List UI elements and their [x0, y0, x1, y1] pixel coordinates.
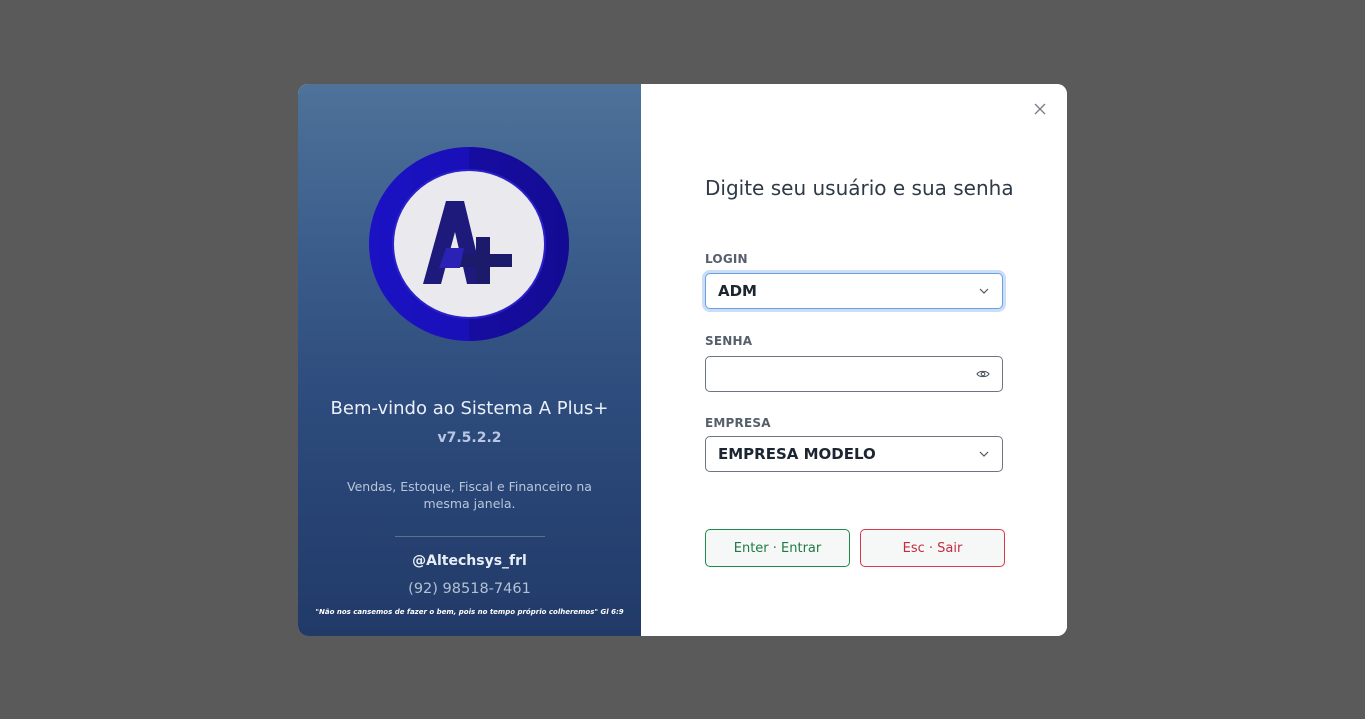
chevron-down-icon: [979, 288, 989, 294]
login-dialog: Bem-vindo ao Sistema A Plus+ v7.5.2.2 Ve…: [298, 84, 1067, 636]
empresa-label: EMPRESA: [705, 416, 771, 430]
social-handle: @Altechsys_frl: [412, 553, 527, 569]
password-field[interactable]: [705, 356, 1003, 392]
senha-label: SENHA: [705, 334, 753, 348]
app-logo: [369, 147, 569, 341]
form-heading: Digite seu usuário e sua senha: [705, 176, 1014, 200]
brand-panel: Bem-vindo ao Sistema A Plus+ v7.5.2.2 Ve…: [298, 84, 641, 636]
login-select[interactable]: ADM: [705, 273, 1003, 309]
empresa-select[interactable]: EMPRESA MODELO: [705, 436, 1003, 472]
quote-text: "Não nos cansemos de fazer o bem, pois n…: [315, 608, 624, 616]
empresa-value: EMPRESA MODELO: [718, 445, 876, 463]
phone-number: (92) 98518-7461: [408, 581, 531, 597]
tagline-text: Vendas, Estoque, Fiscal e Financeiro na …: [347, 479, 592, 511]
login-value: ADM: [718, 282, 757, 300]
version-text: v7.5.2.2: [437, 430, 502, 446]
enter-button[interactable]: Enter · Entrar: [705, 529, 850, 567]
eye-icon[interactable]: [976, 367, 990, 381]
welcome-text: Bem-vindo ao Sistema A Plus+: [330, 398, 609, 419]
form-panel: Digite seu usuário e sua senha LOGIN ADM…: [641, 84, 1067, 636]
divider: [395, 536, 545, 537]
login-label: LOGIN: [705, 252, 748, 266]
close-icon[interactable]: [1031, 100, 1049, 118]
password-input[interactable]: [718, 364, 976, 384]
exit-button[interactable]: Esc · Sair: [860, 529, 1005, 567]
chevron-down-icon: [979, 451, 989, 457]
